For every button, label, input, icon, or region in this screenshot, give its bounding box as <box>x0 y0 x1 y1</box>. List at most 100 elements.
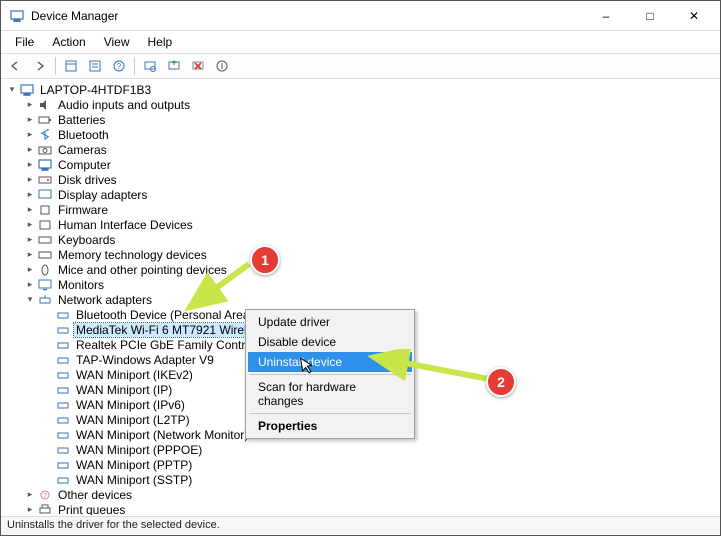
scan-hardware-button[interactable] <box>139 55 161 77</box>
disable-button[interactable] <box>211 55 233 77</box>
display-icon <box>37 188 53 202</box>
ctx-update-driver[interactable]: Update driver <box>248 312 412 332</box>
show-hidden-button[interactable] <box>60 55 82 77</box>
collapse-icon[interactable]: ▾ <box>24 294 36 306</box>
maximize-button[interactable]: □ <box>628 1 672 31</box>
expand-icon[interactable]: ▸ <box>24 129 36 141</box>
firmware-icon <box>37 203 53 217</box>
annotation-badge-1: 1 <box>250 245 280 275</box>
expand-icon[interactable]: ▸ <box>24 114 36 126</box>
toolbar: ? <box>1 53 720 79</box>
root-label: LAPTOP-4HTDF1B3 <box>38 83 153 97</box>
network-adapter-icon <box>55 353 71 367</box>
battery-icon <box>37 113 53 127</box>
titlebar: Device Manager – □ ✕ <box>1 1 720 31</box>
device-wan-sstp[interactable]: WAN Miniport (SSTP) <box>6 472 719 487</box>
category-cameras[interactable]: ▸Cameras <box>6 142 719 157</box>
context-menu: Update driver Disable device Uninstall d… <box>245 309 415 439</box>
close-button[interactable]: ✕ <box>672 1 716 31</box>
uninstall-button[interactable] <box>187 55 209 77</box>
category-bluetooth[interactable]: ▸Bluetooth <box>6 127 719 142</box>
menu-action[interactable]: Action <box>44 33 93 51</box>
expand-icon[interactable]: ▸ <box>24 489 36 501</box>
camera-icon <box>37 143 53 157</box>
forward-button[interactable] <box>29 55 51 77</box>
category-monitors[interactable]: ▸Monitors <box>6 277 719 292</box>
expand-icon[interactable]: ▸ <box>24 504 36 516</box>
keyboard-icon <box>37 233 53 247</box>
network-adapter-icon <box>55 428 71 442</box>
expand-icon[interactable]: ▸ <box>24 234 36 246</box>
ctx-disable-device[interactable]: Disable device <box>248 332 412 352</box>
computer-icon <box>37 158 53 172</box>
menu-help[interactable]: Help <box>140 33 181 51</box>
ctx-separator <box>249 413 411 414</box>
category-mice[interactable]: ▸Mice and other pointing devices <box>6 262 719 277</box>
menubar: File Action View Help <box>1 31 720 53</box>
network-adapter-icon <box>55 383 71 397</box>
annotation-badge-2: 2 <box>486 367 516 397</box>
category-hid[interactable]: ▸Human Interface Devices <box>6 217 719 232</box>
network-adapter-icon <box>55 458 71 472</box>
ctx-properties[interactable]: Properties <box>248 416 412 436</box>
expand-icon[interactable]: ▸ <box>24 189 36 201</box>
expand-icon[interactable]: ▸ <box>24 249 36 261</box>
network-adapter-icon <box>55 473 71 487</box>
statusbar: Uninstalls the driver for the selected d… <box>1 516 720 535</box>
expand-icon[interactable]: ▸ <box>24 174 36 186</box>
category-disk[interactable]: ▸Disk drives <box>6 172 719 187</box>
device-wan-pptp[interactable]: WAN Miniport (PPTP) <box>6 457 719 472</box>
network-adapter-icon <box>55 338 71 352</box>
device-tree-container[interactable]: ▾ LAPTOP-4HTDF1B3 ▸Audio inputs and outp… <box>2 80 719 515</box>
category-firmware[interactable]: ▸Firmware <box>6 202 719 217</box>
category-display[interactable]: ▸Display adapters <box>6 187 719 202</box>
network-adapter-icon <box>55 443 71 457</box>
other-icon: ? <box>37 488 53 502</box>
category-printq[interactable]: ▸Print queues <box>6 502 719 515</box>
category-audio[interactable]: ▸Audio inputs and outputs <box>6 97 719 112</box>
svg-text:?: ? <box>117 62 122 71</box>
menu-view[interactable]: View <box>96 33 138 51</box>
category-batteries[interactable]: ▸Batteries <box>6 112 719 127</box>
network-icon <box>37 293 53 307</box>
expand-icon[interactable]: ▸ <box>24 159 36 171</box>
computer-icon <box>19 83 35 97</box>
expand-icon[interactable]: ▸ <box>24 219 36 231</box>
help-button[interactable]: ? <box>108 55 130 77</box>
update-driver-button[interactable] <box>163 55 185 77</box>
collapse-icon[interactable]: ▾ <box>6 84 18 96</box>
network-adapter-icon <box>55 308 71 322</box>
properties-button[interactable] <box>84 55 106 77</box>
printer-icon <box>37 503 53 516</box>
audio-icon <box>37 98 53 112</box>
network-adapter-icon <box>55 398 71 412</box>
network-adapter-icon <box>55 323 71 337</box>
network-adapter-icon <box>55 413 71 427</box>
minimize-button[interactable]: – <box>584 1 628 31</box>
status-text: Uninstalls the driver for the selected d… <box>7 519 220 531</box>
mouse-icon <box>37 263 53 277</box>
device-wan-pppoe[interactable]: WAN Miniport (PPPOE) <box>6 442 719 457</box>
device-tree: ▾ LAPTOP-4HTDF1B3 ▸Audio inputs and outp… <box>2 80 719 515</box>
category-memory[interactable]: ▸Memory technology devices <box>6 247 719 262</box>
expand-icon[interactable]: ▸ <box>24 279 36 291</box>
memory-icon <box>37 248 53 262</box>
expand-icon[interactable]: ▸ <box>24 99 36 111</box>
menu-file[interactable]: File <box>7 33 42 51</box>
expand-icon[interactable]: ▸ <box>24 264 36 276</box>
category-keyboards[interactable]: ▸Keyboards <box>6 232 719 247</box>
bluetooth-icon <box>37 128 53 142</box>
network-adapter-icon <box>55 368 71 382</box>
category-other[interactable]: ▸?Other devices <box>6 487 719 502</box>
expand-icon[interactable]: ▸ <box>24 204 36 216</box>
window-title: Device Manager <box>31 9 584 23</box>
category-computer[interactable]: ▸Computer <box>6 157 719 172</box>
tree-root[interactable]: ▾ LAPTOP-4HTDF1B3 <box>6 82 719 97</box>
monitor-icon <box>37 278 53 292</box>
ctx-scan-hardware[interactable]: Scan for hardware changes <box>248 377 412 411</box>
back-button[interactable] <box>5 55 27 77</box>
expand-icon[interactable]: ▸ <box>24 144 36 156</box>
category-network[interactable]: ▾Network adapters <box>6 292 719 307</box>
ctx-uninstall-device[interactable]: Uninstall device <box>248 352 412 372</box>
ctx-separator <box>249 374 411 375</box>
